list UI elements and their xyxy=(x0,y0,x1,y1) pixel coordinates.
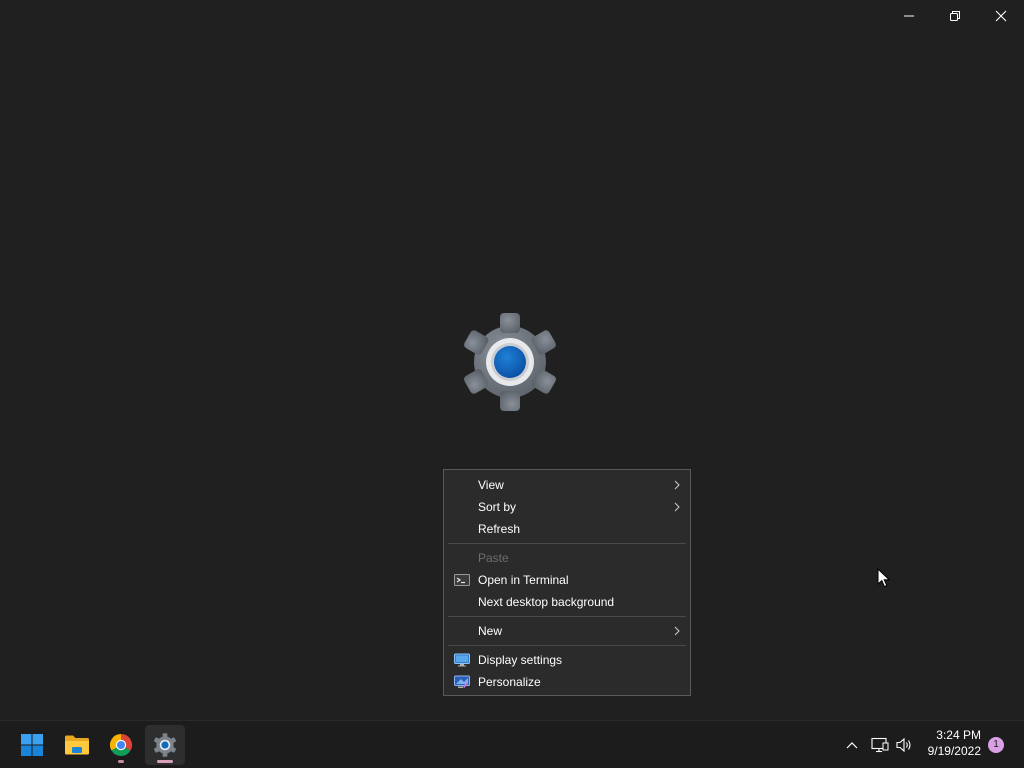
personalize-icon xyxy=(454,675,470,688)
minimize-icon xyxy=(904,15,914,17)
volume-icon xyxy=(896,737,911,753)
menu-item-refresh[interactable]: Refresh xyxy=(444,518,690,540)
menu-item-new[interactable]: New xyxy=(444,620,690,642)
menu-item-display-settings[interactable]: Display settings xyxy=(444,649,690,671)
mouse-cursor-icon xyxy=(877,568,891,588)
display-settings-icon xyxy=(454,653,470,667)
minimize-button[interactable] xyxy=(886,0,932,32)
terminal-icon xyxy=(454,574,470,586)
menu-item-sort-by[interactable]: Sort by xyxy=(444,496,690,518)
menu-item-label: Paste xyxy=(478,551,509,565)
start-button[interactable] xyxy=(12,725,52,765)
network-icon xyxy=(871,737,889,753)
settings-gear-icon xyxy=(153,733,177,757)
taskbar-file-explorer[interactable] xyxy=(57,725,97,765)
desktop-context-menu: View Sort by Refresh Paste Open in Termi… xyxy=(443,469,691,696)
menu-separator xyxy=(448,645,686,646)
menu-item-label: Open in Terminal xyxy=(478,573,569,587)
active-indicator xyxy=(157,760,173,763)
chevron-right-icon xyxy=(674,620,680,642)
menu-item-paste: Paste xyxy=(444,547,690,569)
menu-item-label: Display settings xyxy=(478,653,563,667)
menu-item-open-in-terminal[interactable]: Open in Terminal xyxy=(444,569,690,591)
taskbar-clock[interactable]: 3:24 PM 9/19/2022 xyxy=(928,727,981,759)
taskbar: 3:24 PM 9/19/2022 1 xyxy=(0,720,1024,768)
settings-splash-gear-icon xyxy=(464,313,556,411)
taskbar-chrome[interactable] xyxy=(101,725,141,765)
menu-separator xyxy=(448,616,686,617)
show-hidden-icons-button[interactable] xyxy=(843,735,861,755)
chrome-icon xyxy=(109,734,133,757)
taskbar-settings[interactable] xyxy=(145,725,185,765)
windows-start-icon xyxy=(21,734,43,756)
volume-button[interactable] xyxy=(894,735,916,755)
window-controls xyxy=(886,0,1024,32)
chevron-right-icon xyxy=(674,474,680,496)
close-button[interactable] xyxy=(978,0,1024,32)
menu-item-label: View xyxy=(478,478,504,492)
clock-time: 3:24 PM xyxy=(936,728,981,742)
menu-item-label: Personalize xyxy=(478,675,541,689)
running-indicator xyxy=(118,760,124,763)
close-icon xyxy=(995,10,1007,22)
menu-item-label: Sort by xyxy=(478,500,517,514)
chevron-up-icon xyxy=(846,742,858,749)
notification-badge[interactable]: 1 xyxy=(988,737,1004,753)
folder-icon xyxy=(65,735,89,755)
chevron-right-icon xyxy=(674,496,680,518)
clock-date: 9/19/2022 xyxy=(927,744,981,758)
menu-item-personalize[interactable]: Personalize xyxy=(444,671,690,693)
menu-item-label: Next desktop background xyxy=(478,595,615,609)
menu-item-label: Refresh xyxy=(478,522,521,536)
menu-separator xyxy=(448,543,686,544)
menu-item-label: New xyxy=(478,624,503,638)
network-button[interactable] xyxy=(869,735,891,755)
restore-button[interactable] xyxy=(932,0,978,32)
menu-item-next-desktop-background[interactable]: Next desktop background xyxy=(444,591,690,613)
menu-item-view[interactable]: View xyxy=(444,474,690,496)
restore-icon xyxy=(950,11,960,21)
